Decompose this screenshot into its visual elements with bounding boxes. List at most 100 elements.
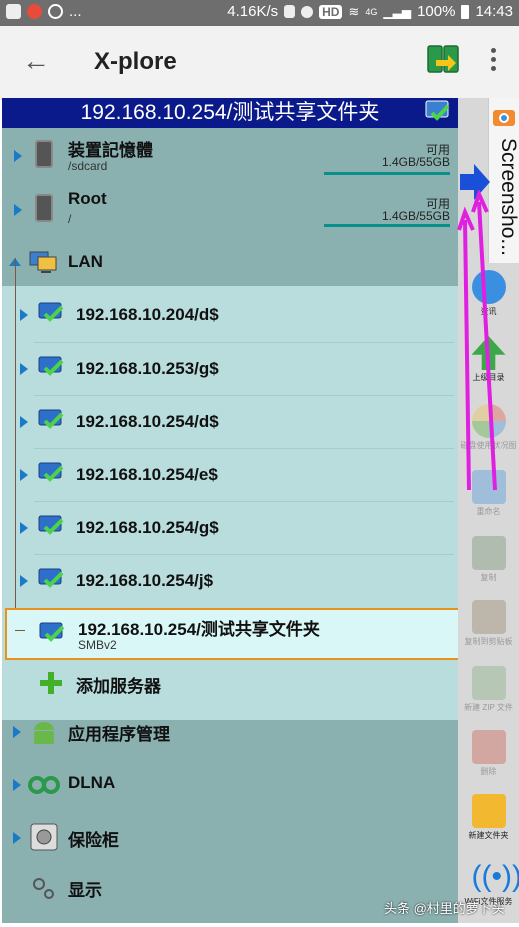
expand-arrow-icon[interactable] (14, 150, 22, 162)
list-item-share[interactable]: 192.168.10.254/e$ (2, 450, 458, 500)
section-label: 保险柜 (68, 831, 119, 850)
toolbar-copy-button[interactable]: 复制 (458, 536, 519, 583)
plus-icon (40, 672, 62, 694)
expand-arrow-icon[interactable] (20, 416, 28, 428)
toolbar-label: 新建文件夹 (468, 831, 509, 840)
status-bar: ... 4.16K/s HD ≋ 4G ▁▃▅ 100% 14:43 (0, 0, 519, 26)
signal-icon: ▁▃▅ (383, 4, 412, 19)
network-drive-icon (38, 409, 64, 429)
file-pane: 192.168.10.254/测试共享文件夹 装置記憶體 /sdcard 可用 … (2, 98, 458, 923)
sync-icon (48, 4, 63, 19)
expand-arrow-icon[interactable] (20, 309, 28, 321)
root-storage-icon (35, 194, 53, 222)
share-name: 192.168.10.204/d$ (76, 305, 219, 324)
network-speed: 4.16K/s (227, 3, 279, 20)
display-settings-icon (33, 878, 54, 899)
overflow-menu-icon[interactable] (488, 48, 498, 76)
section-dlna[interactable]: DLNA (2, 759, 458, 811)
expand-arrow-icon[interactable] (20, 575, 28, 587)
storage-row-root[interactable]: Root / 可用 1.4GB/55GB (2, 182, 458, 234)
dlna-icon (28, 776, 60, 794)
delete-icon (471, 730, 506, 764)
zip-icon (471, 666, 506, 700)
expand-arrow-icon[interactable] (20, 522, 28, 534)
expand-arrow-icon[interactable] (20, 363, 28, 375)
list-item-share[interactable]: 192.168.10.204/d$ (2, 290, 458, 340)
storage-size: 1.4GB/55GB (381, 209, 450, 223)
back-arrow-icon[interactable]: ← (22, 46, 52, 76)
status-left-text: ... (69, 3, 82, 20)
save-icon (284, 5, 296, 18)
battery-level: 100% (417, 3, 456, 20)
notification-icon (27, 4, 42, 19)
watermark: 头条 @村里的萝卜头 (384, 901, 505, 916)
network-share-icon (425, 100, 450, 121)
toolbar-clipboard-button[interactable]: 复制到剪贴板 (458, 600, 519, 647)
app-title: X-plore (94, 48, 177, 75)
path-bar: 192.168.10.254/测试共享文件夹 (2, 98, 458, 128)
gallery-icon (6, 4, 21, 19)
camera-icon (493, 110, 515, 126)
devices-icon[interactable] (426, 42, 462, 80)
toolbar-new-folder-button[interactable]: 新建文件夹 (458, 794, 519, 841)
alarm-icon (301, 5, 314, 18)
section-label: 显示 (68, 881, 102, 900)
section-label: 应用程序管理 (68, 725, 170, 744)
storage-usage-bar (324, 224, 450, 227)
toolbar-zip-button[interactable]: 新建 ZIP 文件 (458, 666, 519, 713)
divider (34, 395, 454, 396)
divider (34, 342, 454, 343)
app-bar: ← X-plore (0, 26, 519, 98)
storage-size: 1.4GB/55GB (381, 155, 450, 169)
wifi-icon: ((•)) (471, 860, 519, 893)
divider (34, 448, 454, 449)
storage-row-sdcard[interactable]: 装置記憶體 /sdcard 可用 1.4GB/55GB (2, 128, 458, 180)
expand-arrow-icon[interactable] (13, 832, 21, 844)
share-name: 192.168.10.254/d$ (76, 412, 219, 431)
network-drive-icon (38, 356, 64, 376)
lan-header[interactable]: LAN (2, 238, 458, 286)
toolbar-delete-button[interactable]: 删除 (458, 730, 519, 777)
section-vault[interactable]: 保险柜 (2, 812, 458, 864)
network-drive-icon (38, 302, 64, 322)
list-item-share[interactable]: 192.168.10.254/j$ (2, 556, 458, 606)
share-name: 192.168.10.254/测试共享文件夹 (78, 620, 320, 639)
share-name: 192.168.10.254/g$ (76, 518, 219, 537)
share-name: 192.168.10.253/g$ (76, 359, 219, 378)
expand-arrow-icon[interactable] (13, 779, 21, 791)
storage-path: /sdcard (68, 159, 108, 173)
lan-icon (29, 251, 57, 273)
network-drive-icon (39, 622, 65, 642)
network-drive-icon (38, 515, 64, 535)
storage-name: 装置記憶體 (68, 141, 153, 160)
list-item-share[interactable]: 192.168.10.253/g$ (2, 344, 458, 394)
toolbar-label: 删除 (480, 767, 497, 776)
expand-arrow-icon[interactable] (20, 469, 28, 481)
wifi-status-icon: ≋ (348, 3, 360, 19)
current-path: 192.168.10.254/测试共享文件夹 (80, 101, 380, 124)
toolbar-label: 新建 ZIP 文件 (464, 703, 513, 712)
vault-icon (30, 823, 58, 851)
expand-arrow-icon[interactable] (13, 726, 21, 738)
hd-badge: HD (319, 4, 343, 19)
network-drive-icon (38, 568, 64, 588)
toolbar-label: 复制 (480, 573, 497, 582)
battery-icon (461, 4, 470, 19)
storage-usage-bar (324, 172, 450, 175)
clock: 14:43 (475, 3, 513, 20)
expand-arrow-icon[interactable] (14, 204, 22, 216)
list-item-share-selected[interactable]: 192.168.10.254/测试共享文件夹 SMBv2 (5, 608, 458, 660)
storage-name: Root (68, 189, 107, 208)
network-drive-icon (38, 462, 64, 482)
toolbar-label: 复制到剪贴板 (464, 637, 513, 646)
clipboard-icon (471, 600, 506, 634)
list-item-share[interactable]: 192.168.10.254/d$ (2, 397, 458, 447)
divider (34, 501, 454, 502)
section-app-manager[interactable]: 应用程序管理 (2, 706, 458, 758)
tree-connector (15, 630, 25, 631)
list-item-share[interactable]: 192.168.10.254/g$ (2, 503, 458, 553)
annotation-arrows (457, 190, 497, 491)
android-icon (34, 722, 54, 744)
add-server-label: 添加服务器 (76, 677, 161, 696)
add-server-button[interactable]: 添加服务器 (2, 662, 458, 702)
